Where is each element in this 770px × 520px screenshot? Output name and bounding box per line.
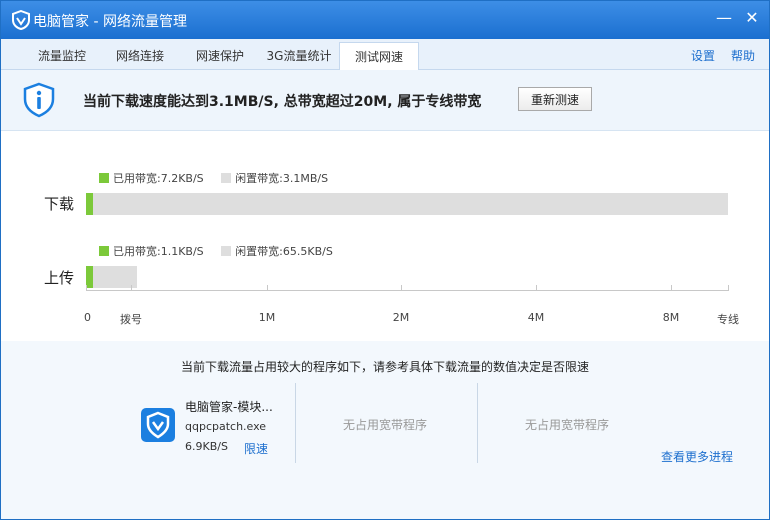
- empty-slot-1: 无占用宽带程序: [343, 418, 428, 432]
- process-speed: 6.9KB/S: [185, 440, 228, 453]
- axis-tick-label: 8M: [662, 311, 680, 324]
- axis-tick: [728, 285, 729, 291]
- retest-button[interactable]: 重新测速: [518, 87, 592, 111]
- upload-bar-track: [86, 266, 137, 288]
- result-banner: 当前下载速度能达到3.1MB/S, 总带宽超过20M, 属于专线带宽 重新测速: [1, 70, 769, 131]
- axis-tick: [131, 285, 132, 291]
- axis-tick-label: 4M: [527, 311, 545, 324]
- minimize-button[interactable]: —: [713, 7, 735, 29]
- process-exe: qqpcpatch.exe: [185, 420, 267, 433]
- limit-speed-link[interactable]: 限速: [244, 440, 268, 457]
- download-bar-track: [86, 193, 728, 215]
- tab-speed-protection[interactable]: 网速保护: [181, 43, 259, 69]
- axis-tick: [267, 285, 268, 291]
- speed-result-message: 当前下载速度能达到3.1MB/S, 总带宽超过20M, 属于专线带宽: [83, 94, 482, 110]
- process-note: 当前下载流量占用较大的程序如下，请参考具体下载流量的数值决定是否限速: [180, 360, 589, 374]
- idle-swatch: [221, 173, 232, 183]
- view-more-processes-link[interactable]: 查看更多进程: [661, 448, 733, 465]
- divider: [477, 383, 478, 463]
- info-shield-icon: [23, 82, 55, 118]
- download-bar-used: [86, 193, 93, 215]
- tab-3g-traffic-stats[interactable]: 3G流量统计: [259, 43, 339, 69]
- tab-speed-test[interactable]: 测试网速: [339, 42, 419, 71]
- top-process-card: 电脑管家-模块... qqpcpatch.exe 6.9KB/S 限速: [141, 395, 291, 465]
- upload-idle-label: 闲置带宽:65.5KB/S: [235, 245, 333, 258]
- axis-tick-label: 1M: [258, 311, 276, 324]
- tab-network-connections[interactable]: 网络连接: [101, 43, 179, 69]
- idle-swatch: [221, 246, 232, 256]
- window-title: 电脑管家 - 网络流量管理: [33, 14, 187, 30]
- upload-bar-used: [86, 266, 93, 288]
- tab-traffic-monitor[interactable]: 流量监控: [23, 43, 101, 69]
- download-legend: 已用带宽:7.2KB/S 闲置带宽:3.1MB/S: [99, 170, 342, 186]
- close-button[interactable]: ✕: [741, 7, 763, 29]
- empty-slot-2: 无占用宽带程序: [525, 418, 610, 432]
- title-bar: 电脑管家 - 网络流量管理 — ✕: [1, 1, 769, 39]
- divider: [295, 383, 296, 463]
- axis-tick-label: 0: [84, 311, 91, 324]
- settings-link[interactable]: 设置: [691, 43, 715, 69]
- process-name: 电脑管家-模块...: [185, 400, 273, 414]
- pc-manager-logo-icon: [12, 10, 30, 30]
- download-used-label: 已用带宽:7.2KB/S: [113, 172, 204, 185]
- upload-row-label: 上传: [44, 269, 75, 287]
- axis-tick-label: 专线: [717, 313, 739, 326]
- axis-tick: [86, 285, 87, 291]
- download-row-label: 下载: [44, 195, 75, 213]
- used-swatch: [99, 173, 109, 183]
- qq-pc-manager-icon: [141, 408, 175, 442]
- axis-tick: [401, 285, 402, 291]
- axis-tick-label: 拨号: [120, 313, 142, 326]
- tab-bar: 流量监控 网络连接 网速保护 3G流量统计 测试网速 设置 帮助: [1, 39, 769, 71]
- download-idle-label: 闲置带宽:3.1MB/S: [235, 172, 329, 185]
- axis-tick: [671, 285, 672, 291]
- bandwidth-chart: 已用带宽:7.2KB/S 闲置带宽:3.1MB/S 下载 已用带宽:1.1KB/…: [1, 131, 769, 341]
- help-link[interactable]: 帮助: [731, 43, 755, 69]
- axis-tick: [536, 285, 537, 291]
- speed-axis: [86, 290, 728, 291]
- axis-tick-label: 2M: [392, 311, 410, 324]
- upload-legend: 已用带宽:1.1KB/S 闲置带宽:65.5KB/S: [99, 243, 347, 259]
- used-swatch: [99, 246, 109, 256]
- upload-used-label: 已用带宽:1.1KB/S: [113, 245, 204, 258]
- process-panel: 当前下载流量占用较大的程序如下，请参考具体下载流量的数值决定是否限速 电脑管家-…: [1, 341, 769, 519]
- app-window: 电脑管家 - 网络流量管理 — ✕ 流量监控 网络连接 网速保护 3G流量统计 …: [0, 0, 770, 520]
